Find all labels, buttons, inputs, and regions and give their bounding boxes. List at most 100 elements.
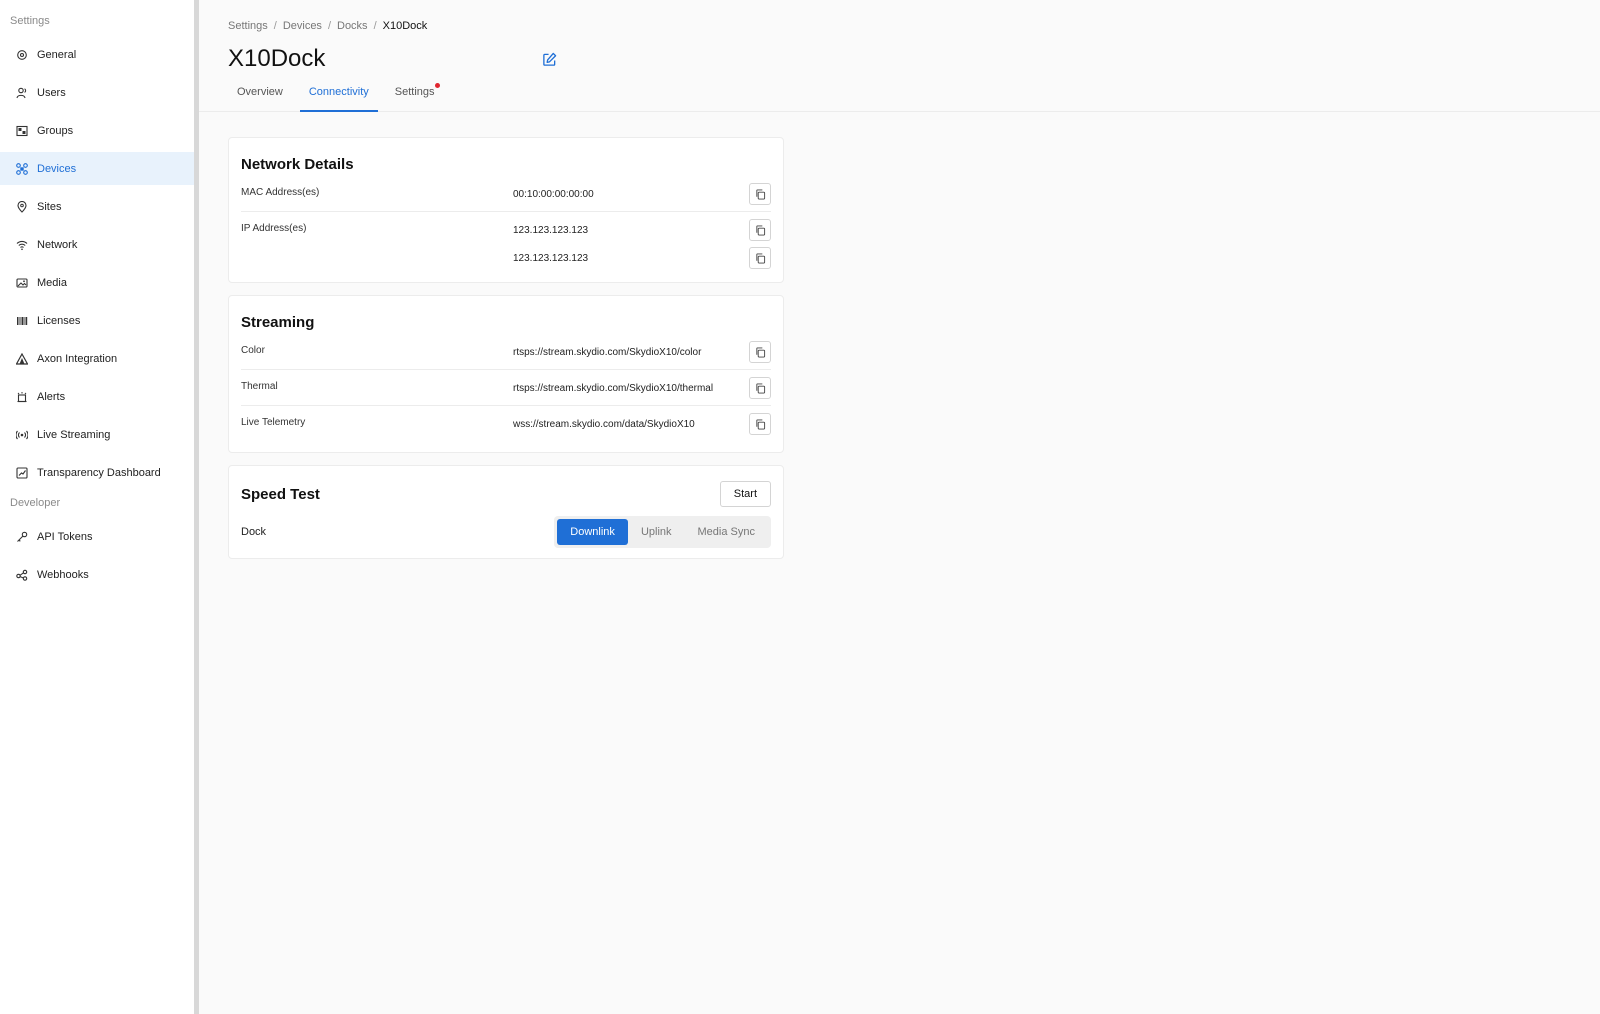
tab-settings-label: Settings	[394, 86, 435, 98]
copy-mac-button[interactable]	[749, 183, 771, 205]
sidebar-item-live-streaming[interactable]: Live Streaming	[0, 418, 194, 451]
image-icon	[15, 276, 29, 290]
sidebar-item-label: Devices	[37, 162, 77, 175]
stream-row-live-telemetry: Live Telemetry wss://stream.skydio.com/d…	[241, 406, 771, 442]
breadcrumb-current: X10Dock	[382, 20, 428, 32]
mac-address-label: MAC Address(es)	[241, 187, 320, 198]
sidebar-item-label: Alerts	[37, 390, 66, 403]
breadcrumb-devices[interactable]: Devices	[283, 20, 322, 32]
segment-uplink[interactable]: Uplink	[628, 519, 685, 545]
stream-label: Color	[241, 345, 265, 356]
sidebar-item-devices[interactable]: Devices	[0, 152, 194, 185]
sidebar-item-label: Users	[37, 86, 66, 99]
sidebar-item-sites[interactable]: Sites	[0, 190, 194, 223]
sidebar-item-label: General	[37, 48, 77, 61]
sidebar-item-transparency-dashboard[interactable]: Transparency Dashboard	[0, 456, 194, 489]
stream-url: rtsps://stream.skydio.com/SkydioX10/colo…	[513, 346, 702, 358]
copy-icon	[755, 346, 765, 358]
groups-icon	[15, 124, 29, 138]
copy-icon	[755, 252, 765, 264]
stream-row-color: Color rtsps://stream.skydio.com/SkydioX1…	[241, 334, 771, 370]
ip-address-value: 123.123.123.123	[513, 224, 589, 236]
speed-test-card: Speed Test Start Dock Downlink Uplink Me…	[228, 465, 784, 559]
axon-icon	[15, 352, 29, 366]
tab-settings[interactable]: Settings	[386, 83, 444, 112]
user-icon	[15, 86, 29, 100]
speed-test-title: Speed Test	[241, 485, 320, 503]
copy-ip-button[interactable]	[749, 247, 771, 269]
streaming-card: Streaming Color rtsps://stream.skydio.co…	[228, 295, 784, 453]
tab-overview[interactable]: Overview	[228, 83, 292, 112]
mac-address-value: 00:10:00:00:00:00	[513, 188, 594, 200]
breadcrumb-docks[interactable]: Docks	[337, 20, 368, 32]
breadcrumb-separator: /	[373, 20, 377, 32]
speed-test-mode-selector: Downlink Uplink Media Sync	[554, 516, 771, 548]
sidebar-item-label: Webhooks	[37, 568, 89, 581]
copy-stream-button[interactable]	[749, 413, 771, 435]
sidebar-item-label: Axon Integration	[37, 352, 118, 365]
network-details-card: Network Details MAC Address(es) 00:10:00…	[228, 137, 784, 283]
stream-row-thermal: Thermal rtsps://stream.skydio.com/Skydio…	[241, 370, 771, 406]
start-speed-test-button[interactable]: Start	[719, 481, 771, 507]
stream-label: Live Telemetry	[241, 417, 306, 428]
sidebar-section-developer: Developer	[10, 497, 61, 509]
tab-bar: Overview Connectivity Settings	[228, 83, 1600, 112]
breadcrumb-separator: /	[327, 20, 331, 32]
wifi-icon	[15, 238, 29, 252]
sidebar-item-users[interactable]: Users	[0, 76, 194, 109]
sidebar-item-label: Network	[37, 238, 78, 251]
sidebar-item-network[interactable]: Network	[0, 228, 194, 261]
mac-address-row: MAC Address(es) 00:10:00:00:00:00	[241, 176, 771, 212]
sidebar-item-general[interactable]: General	[0, 38, 194, 71]
tab-connectivity[interactable]: Connectivity	[299, 83, 378, 112]
edit-icon	[542, 52, 556, 66]
alert-icon	[15, 390, 29, 404]
sidebar-item-media[interactable]: Media	[0, 266, 194, 299]
sidebar-item-api-tokens[interactable]: API Tokens	[0, 520, 194, 553]
copy-icon	[755, 418, 765, 430]
drone-icon	[15, 162, 29, 176]
streaming-title: Streaming	[241, 313, 315, 331]
dashboard-icon	[15, 466, 29, 480]
sidebar-item-groups[interactable]: Groups	[0, 114, 194, 147]
page-title: X10Dock	[228, 45, 326, 72]
copy-icon	[755, 382, 765, 394]
location-pin-icon	[15, 200, 29, 214]
copy-icon	[755, 188, 765, 200]
stream-url: wss://stream.skydio.com/data/SkydioX10	[513, 418, 695, 430]
sidebar-item-axon-integration[interactable]: Axon Integration	[0, 342, 194, 375]
segment-downlink[interactable]: Downlink	[557, 519, 628, 545]
broadcast-icon	[15, 428, 29, 442]
notification-dot	[434, 83, 440, 88]
edit-title-button[interactable]	[540, 50, 558, 68]
page-header: Settings / Devices / Docks / X10Dock X10…	[199, 0, 1600, 112]
sidebar-item-label: Groups	[37, 124, 74, 137]
breadcrumb-separator: /	[273, 20, 277, 32]
sidebar-item-licenses[interactable]: Licenses	[0, 304, 194, 337]
ip-address-row: IP Address(es) 123.123.123.123 123.123.1…	[241, 212, 771, 272]
ip-address-label: IP Address(es)	[241, 223, 307, 234]
stream-label: Thermal	[241, 381, 278, 392]
webhook-icon	[15, 568, 29, 582]
speed-test-target-label: Dock	[241, 526, 267, 538]
network-details-title: Network Details	[241, 155, 354, 173]
segment-media-sync[interactable]: Media Sync	[685, 519, 768, 545]
copy-ip-button[interactable]	[749, 219, 771, 241]
sidebar: Settings General Users Groups Devices Si…	[0, 0, 194, 1014]
stream-url: rtsps://stream.skydio.com/SkydioX10/ther…	[513, 382, 714, 394]
ip-address-value: 123.123.123.123	[513, 252, 589, 264]
sidebar-item-label: Licenses	[37, 314, 81, 327]
sidebar-item-alerts[interactable]: Alerts	[0, 380, 194, 413]
sidebar-item-label: Live Streaming	[37, 428, 111, 441]
sidebar-item-label: Transparency Dashboard	[37, 466, 161, 479]
gear-icon	[15, 48, 29, 62]
copy-icon	[755, 224, 765, 236]
copy-stream-button[interactable]	[749, 341, 771, 363]
sidebar-item-webhooks[interactable]: Webhooks	[0, 558, 194, 591]
main-content: Settings / Devices / Docks / X10Dock X10…	[199, 0, 1600, 1014]
sidebar-item-label: API Tokens	[37, 530, 93, 543]
copy-stream-button[interactable]	[749, 377, 771, 399]
barcode-icon	[15, 314, 29, 328]
breadcrumb-settings[interactable]: Settings	[228, 20, 268, 32]
breadcrumb: Settings / Devices / Docks / X10Dock	[228, 18, 1600, 34]
